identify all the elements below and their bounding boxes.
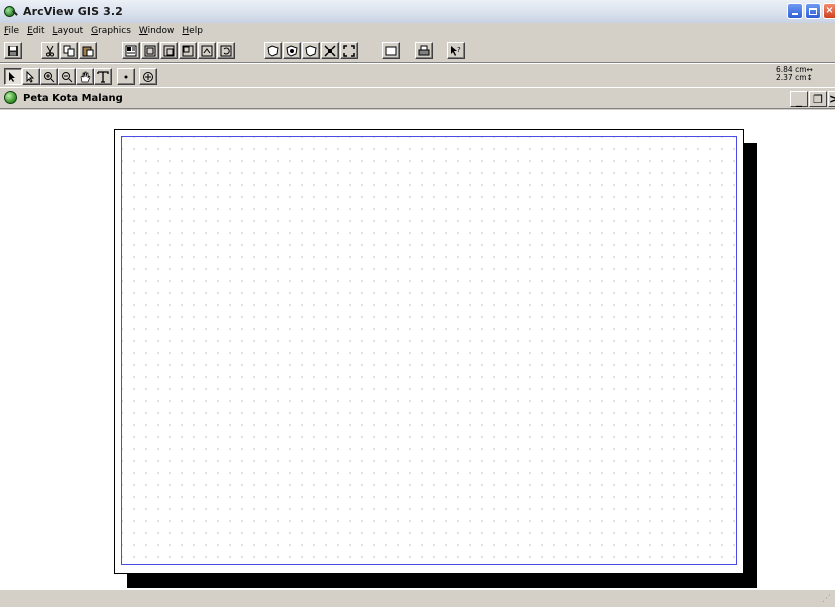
zoom-in-tool[interactable] [40, 68, 58, 85]
page-margin-grid [121, 136, 737, 565]
pointer-tool[interactable] [4, 68, 22, 85]
text-icon [97, 70, 109, 83]
layout-minimize-button[interactable]: _ [790, 91, 808, 107]
paste-button[interactable] [79, 42, 97, 59]
minimize-button[interactable] [787, 3, 803, 19]
map-button-2[interactable] [283, 42, 301, 59]
status-bar: ⋰ [0, 589, 835, 607]
svg-text:?: ? [457, 46, 461, 54]
help-button[interactable]: ? [447, 42, 465, 59]
menu-edit[interactable]: Edit [27, 26, 44, 36]
group-button[interactable] [179, 42, 197, 59]
layout-window-title: Peta Kota Malang [23, 92, 123, 104]
menu-bar: File Edit Layout Graphics Window Help [0, 23, 835, 38]
cut-icon [46, 45, 54, 56]
print-icon [418, 45, 430, 55]
menu-help[interactable]: Help [182, 26, 203, 36]
menu-file[interactable]: File [4, 26, 19, 36]
map-button-3[interactable] [302, 42, 320, 59]
symbol-icon [143, 71, 153, 82]
bring-front-button[interactable] [141, 42, 159, 59]
print-button[interactable] [415, 42, 433, 59]
zoom-fit-icon [343, 44, 355, 57]
map-icon [305, 44, 317, 57]
properties-button[interactable] [122, 42, 140, 59]
resize-grip-icon[interactable]: ⋰ [822, 594, 832, 604]
layout-close-button[interactable]: > [828, 91, 835, 107]
vertex-edit-tool[interactable] [22, 68, 40, 85]
page-icon [385, 46, 397, 55]
symbol-tool[interactable] [139, 68, 157, 85]
zoom-fit-button[interactable] [340, 42, 358, 59]
layout-document-icon [3, 90, 19, 106]
zoom-out-tool[interactable] [58, 68, 76, 85]
map-icon [267, 44, 279, 57]
frame-icon [144, 45, 156, 56]
map-button-1[interactable] [264, 42, 282, 59]
menu-window[interactable]: Window [139, 26, 175, 36]
save-button[interactable] [4, 42, 22, 59]
frame-icon [201, 45, 213, 56]
properties-icon [125, 45, 137, 56]
button-bar: ? [0, 40, 835, 60]
toolbar-separator [0, 62, 835, 64]
ungroup-button[interactable] [198, 42, 216, 59]
app-title: ArcView GIS 3.2 [23, 5, 123, 18]
page-setup-button[interactable] [382, 42, 400, 59]
menu-graphics[interactable]: Graphics [91, 26, 131, 36]
vertex-icon [26, 70, 35, 83]
help-icon: ? [451, 45, 461, 56]
frame-icon [163, 45, 175, 56]
title-bar: ArcView GIS 3.2 × [0, 0, 835, 23]
copy-button[interactable] [60, 42, 78, 59]
maximize-button[interactable] [805, 3, 821, 19]
pointer-icon [9, 71, 15, 82]
text-tool[interactable] [94, 68, 112, 85]
point-icon [124, 75, 128, 78]
layout-page[interactable] [114, 129, 744, 574]
undo-button[interactable] [217, 42, 235, 59]
point-tool[interactable] [117, 68, 135, 85]
send-back-button[interactable] [160, 42, 178, 59]
zoom-in-icon [44, 71, 55, 82]
menu-layout[interactable]: Layout [53, 26, 84, 36]
zoom-extent-button[interactable] [321, 42, 339, 59]
layout-restore-button[interactable]: ❐ [809, 91, 827, 107]
cut-button[interactable] [41, 42, 59, 59]
map-icon [286, 44, 298, 57]
zoom-extent-icon [324, 44, 336, 57]
pan-icon [80, 71, 91, 82]
paste-icon [82, 46, 94, 56]
tool-bar [0, 66, 835, 86]
zoom-out-icon [62, 71, 73, 82]
pan-tool[interactable] [76, 68, 94, 85]
save-icon [8, 45, 18, 56]
frame-icon [182, 45, 194, 56]
close-button[interactable]: × [823, 3, 835, 19]
layout-window-header: Peta Kota Malang _ ❐ > [0, 87, 835, 109]
arcview-icon [3, 4, 19, 20]
position-y: 2.37 cm↕ [776, 73, 813, 82]
undo-icon [220, 45, 232, 56]
cursor-position-readout: 6.84 cm↔ 2.37 cm↕ [776, 66, 826, 82]
copy-icon [63, 45, 75, 56]
